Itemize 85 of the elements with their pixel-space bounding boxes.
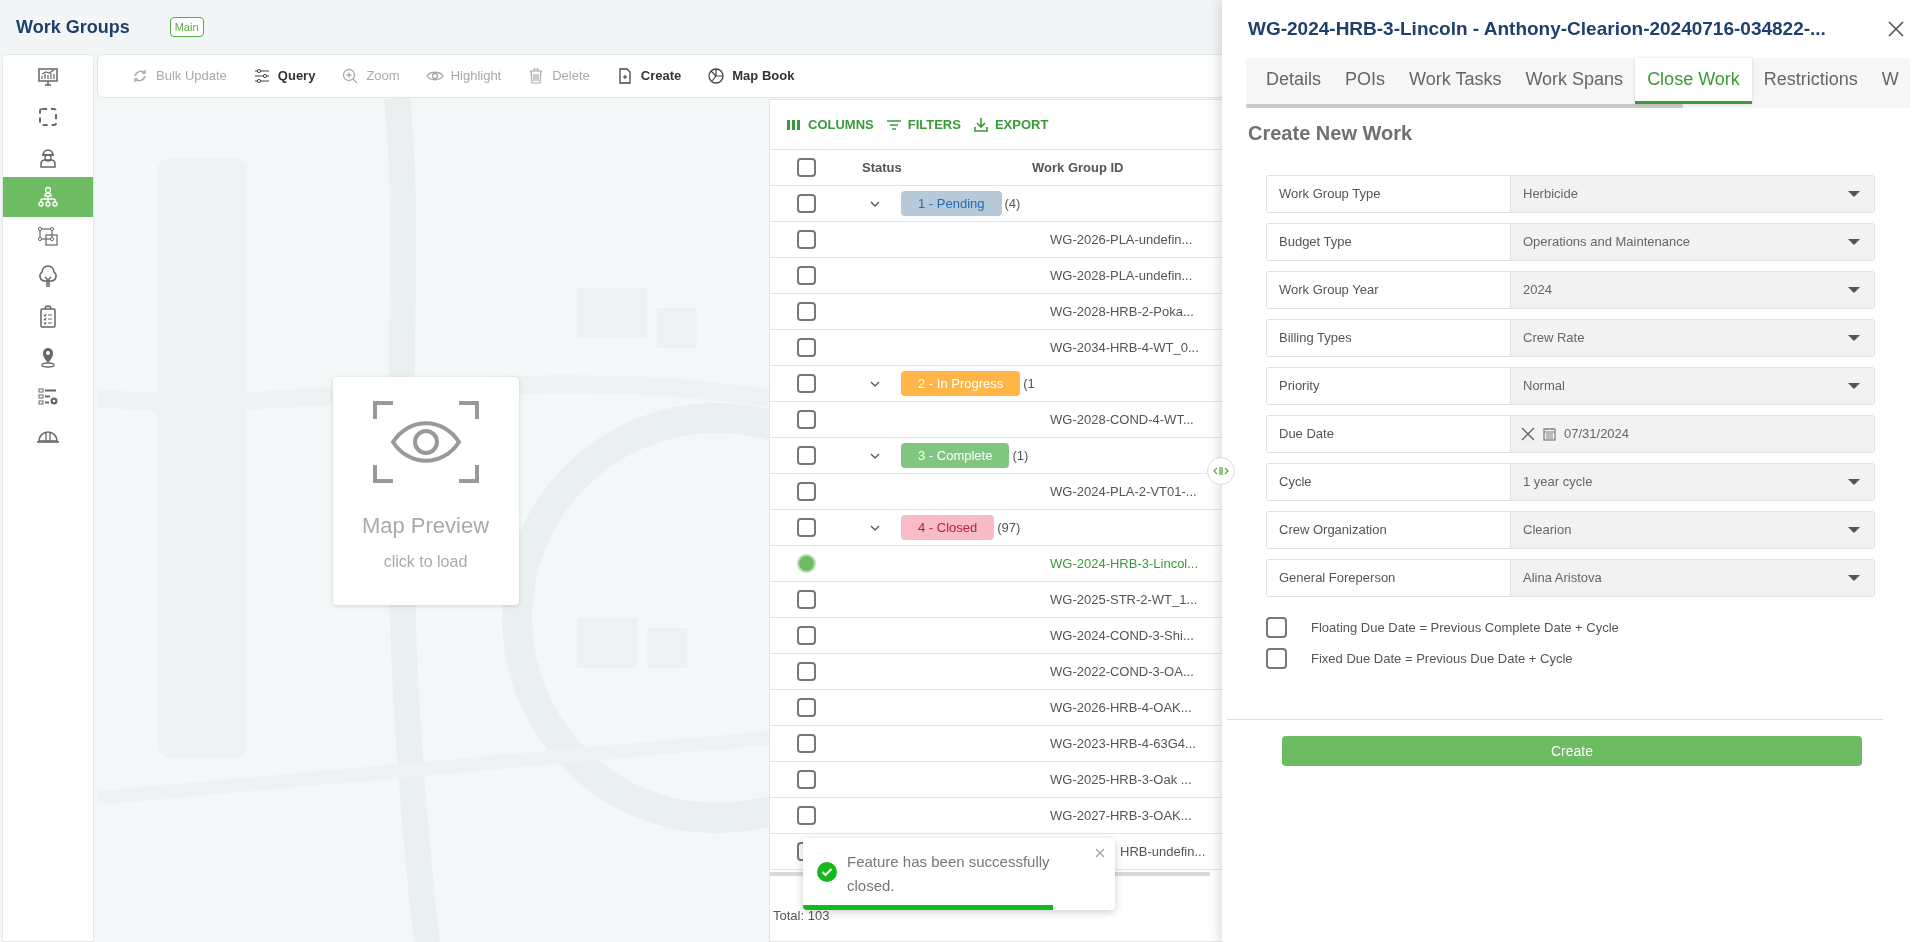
group-checkbox[interactable] — [796, 194, 816, 213]
date-field[interactable]: 07/31/2024 — [1564, 424, 1630, 444]
row-checkbox[interactable] — [796, 590, 816, 609]
table-cell-text: WG-2024-HRB-3-Lincol... — [1050, 554, 1199, 573]
tab-scrollbar[interactable] — [1246, 104, 1683, 108]
table-cell-text: WG-2025-HRB-3-Oak ... — [1050, 770, 1192, 789]
tab[interactable]: Close Work — [1635, 58, 1752, 104]
status-badge: 3 - Complete — [901, 443, 1010, 468]
status-badge: 1 - Pending — [901, 191, 1002, 216]
table-cell-text: WG-2034-HRB-4-WT_0... — [1050, 338, 1199, 357]
column-header[interactable]: Work Group ID — [1032, 157, 1124, 178]
row-checkbox[interactable] — [796, 482, 816, 501]
section-heading: Create New Work — [1248, 121, 1413, 146]
table-cell-text: WG-2027-HRB-3-OAK... — [1050, 806, 1192, 825]
clear-icon[interactable] — [1521, 427, 1535, 441]
field-label: Due Date — [1279, 425, 1334, 444]
row-checkbox[interactable] — [796, 230, 816, 249]
checkbox-label: Fixed Due Date = Previous Due Date + Cycle — [1311, 649, 1573, 668]
tab[interactable]: Details — [1254, 58, 1334, 104]
checkbox-label: Floating Due Date = Previous Complete Date + Cycle — [1311, 618, 1619, 637]
tab[interactable]: Restrictions — [1751, 58, 1870, 104]
row-checkbox[interactable] — [796, 662, 816, 681]
row-checkbox[interactable] — [796, 266, 816, 285]
checkbox[interactable] — [1266, 617, 1287, 638]
row-checkbox[interactable] — [796, 410, 816, 429]
map-preview-title: Map Preview — [361, 512, 490, 540]
environment-badge: Main — [169, 16, 204, 38]
map-preview-hint: click to load — [383, 552, 468, 572]
toolbar-button[interactable]: Map Book — [707, 66, 795, 86]
table-cell-text: WG-2024-COND-3-Shi... — [1050, 626, 1194, 645]
org-chart-icon — [36, 185, 60, 209]
table-cell-text: HRB-undefin... — [1120, 842, 1206, 861]
toolbar-button[interactable]: Query — [252, 66, 316, 86]
row-checkbox[interactable] — [796, 338, 816, 357]
tab[interactable]: W — [1869, 58, 1911, 104]
table-action-button[interactable]: COLUMNS — [786, 114, 874, 135]
panel-title: WG-2024-HRB-3-Lincoln - Anthony-Clearion-20240716-034822-... — [1248, 16, 1826, 41]
total-count: Total: 103 — [772, 907, 830, 925]
monitor-chart-icon — [36, 65, 60, 89]
success-icon — [817, 862, 837, 882]
dashed-square-icon — [36, 105, 60, 129]
table-cell-text: WG-2026-PLA-undefin... — [1050, 230, 1193, 249]
table-cell-text: WG-2026-HRB-4-OAK... — [1050, 698, 1192, 717]
app-title: Work Groups — [16, 15, 130, 39]
group-count: (1 — [1023, 374, 1035, 393]
select-all-checkbox[interactable] — [796, 158, 816, 177]
tab[interactable]: Work Tasks — [1397, 58, 1514, 104]
refresh-icon — [131, 67, 149, 85]
table-action-button[interactable]: EXPORT — [972, 114, 1049, 135]
table-action-button[interactable]: FILTERS — [885, 114, 961, 135]
group-checkbox[interactable] — [796, 518, 816, 537]
row-checkbox[interactable] — [796, 626, 816, 645]
table-cell-text: WG-2022-COND-3-OA... — [1050, 662, 1194, 681]
checkbox[interactable] — [1266, 648, 1287, 669]
download-icon — [972, 116, 989, 133]
group-checkbox[interactable] — [796, 446, 816, 465]
group-count: (1) — [1012, 446, 1029, 465]
table-cell-text: WG-2028-COND-4-WT... — [1050, 410, 1194, 429]
row-checkbox[interactable] — [796, 734, 816, 753]
status-badge: 4 - Closed — [901, 515, 995, 540]
zoom-in-icon — [341, 67, 360, 85]
tab[interactable]: Work Spans — [1513, 58, 1636, 104]
group-count: (4) — [1004, 194, 1021, 213]
group-checkbox[interactable] — [796, 374, 816, 393]
table-cell-text: WG-2024-PLA-2-VT01-... — [1050, 482, 1197, 501]
table-cell-text: WG-2023-HRB-4-63G4... — [1050, 734, 1196, 753]
hard-hat-icon — [36, 431, 60, 443]
row-checkbox[interactable] — [796, 698, 816, 717]
toast-message: Feature has been successfully closed. — [847, 852, 1051, 896]
row-checkbox[interactable] — [796, 770, 816, 789]
sliders-icon — [252, 67, 271, 85]
table-cell-text: WG-2025-STR-2-WT_1... — [1050, 590, 1198, 609]
row-checkbox[interactable] — [796, 302, 816, 321]
status-badge: 2 - In Progress — [901, 371, 1021, 396]
tree-icon — [36, 265, 60, 289]
toolbar-button[interactable]: Create — [615, 66, 682, 86]
selected-radio[interactable] — [796, 554, 816, 573]
column-header[interactable]: Status — [842, 157, 1032, 178]
tab[interactable]: POIs — [1333, 58, 1398, 104]
linked-squares-icon — [36, 225, 60, 249]
row-checkbox[interactable] — [796, 806, 816, 825]
calendar-icon[interactable] — [1543, 427, 1556, 441]
group-count: (97) — [997, 518, 1021, 537]
table-cell-text: WG-2028-HRB-2-Poka... — [1050, 302, 1194, 321]
table-cell-text: WG-2028-PLA-undefin... — [1050, 266, 1193, 285]
